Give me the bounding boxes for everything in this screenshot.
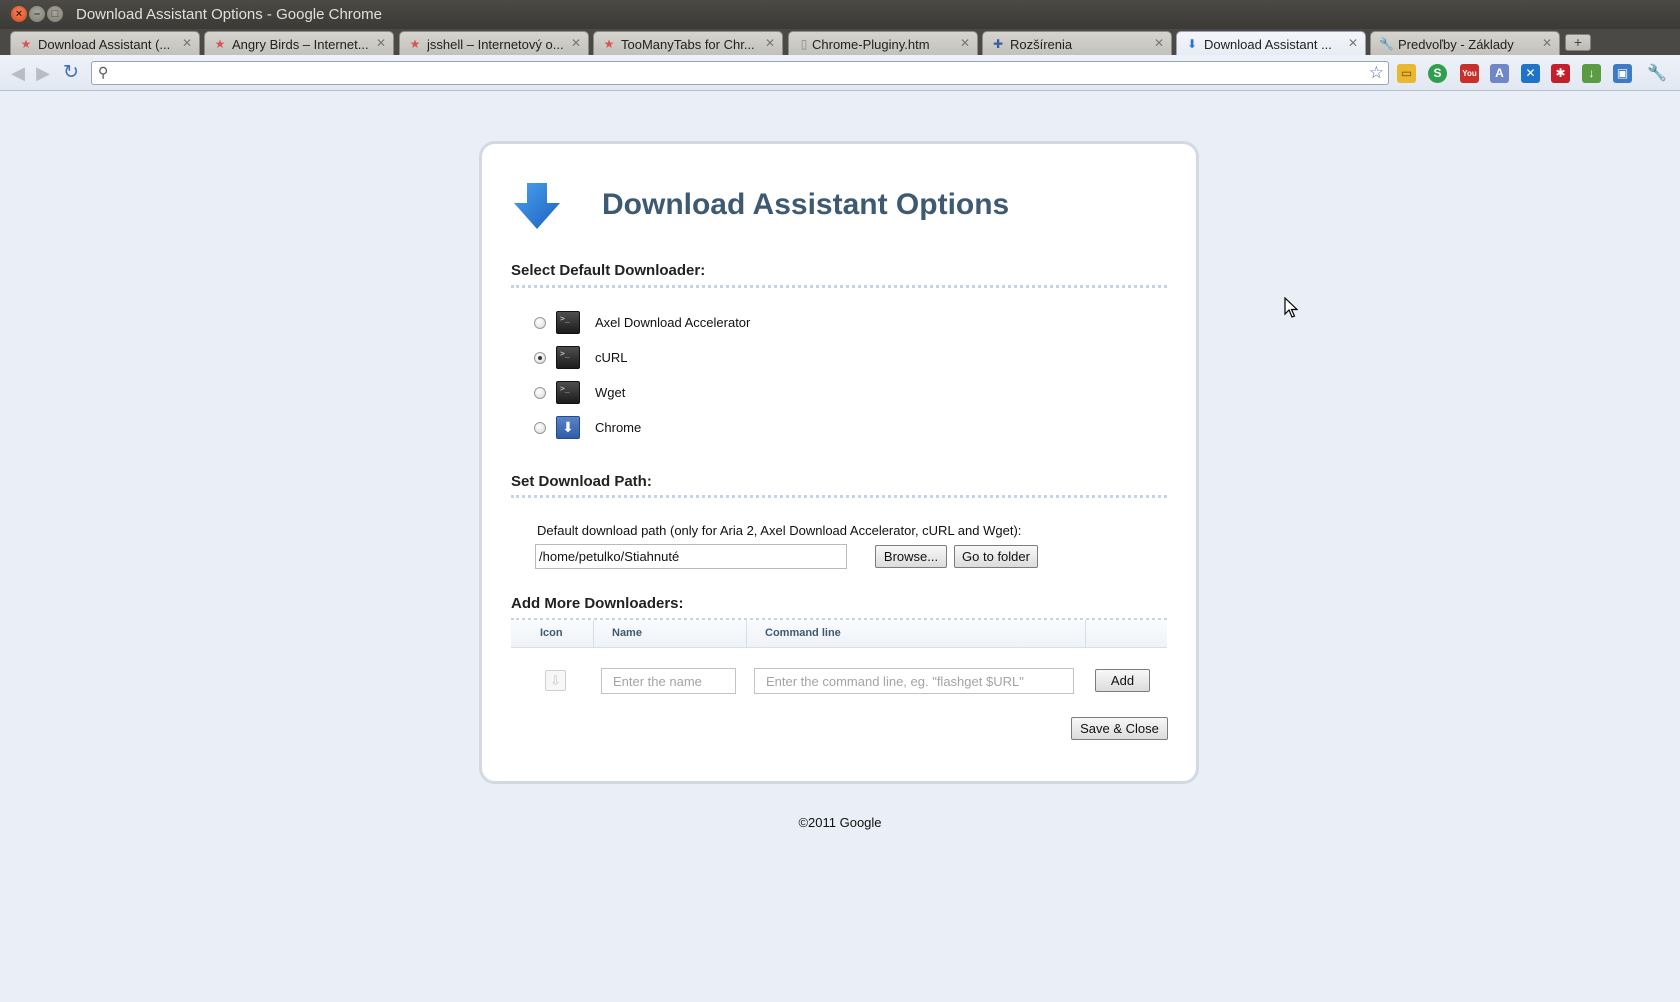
tab-close-icon[interactable]: ✕	[182, 36, 192, 50]
downloader-icon-picker[interactable]: ⇩	[545, 670, 566, 691]
tab-label: jsshell – Internetový o...	[427, 37, 564, 52]
screenshot-extension-icon[interactable]: ▣	[1613, 64, 1632, 83]
wrench-menu-icon[interactable]: 🔧	[1647, 64, 1667, 83]
tab-chrome-pluginy[interactable]: ▯ Chrome-Pluginy.htm ✕	[788, 31, 978, 55]
tab-label: Download Assistant ...	[1204, 37, 1332, 52]
copyright-footer: ©2011 Google	[798, 815, 882, 830]
column-separator	[593, 620, 594, 648]
page-icon: ▯	[800, 37, 808, 51]
reload-icon[interactable]: ↻	[61, 63, 81, 83]
tab-download-assistant-webstore[interactable]: ★ Download Assistant (... ✕	[10, 31, 200, 55]
page-title: Download Assistant Options	[602, 188, 1010, 221]
window-titlebar: × – □ Download Assistant Options - Googl…	[0, 0, 1680, 29]
chrome-webstore-icon: ★	[409, 37, 421, 51]
stumbleupon-extension-icon[interactable]: S	[1428, 64, 1447, 83]
chrome-download-icon: ⬇	[556, 416, 580, 439]
tab-label: Download Assistant (...	[38, 37, 171, 52]
download-arrow-logo-icon	[514, 183, 560, 229]
new-tab-button[interactable]: +	[1565, 34, 1591, 51]
forward-arrow-icon[interactable]: ▶	[33, 63, 53, 83]
tab-label: Chrome-Pluginy.htm	[812, 37, 930, 52]
terminal-icon	[556, 311, 580, 334]
section-divider	[511, 495, 1167, 498]
go-to-folder-button[interactable]: Go to folder	[954, 545, 1038, 568]
xmarks-extension-icon[interactable]: ✕	[1521, 64, 1540, 83]
column-separator	[1085, 620, 1086, 648]
evernote-extension-icon[interactable]: ↓	[1582, 64, 1601, 83]
terminal-icon	[556, 381, 580, 404]
window-maximize-button[interactable]: □	[47, 6, 63, 22]
tab-label: TooManyTabs for Chr...	[621, 37, 755, 52]
mouse-cursor-icon	[1284, 297, 1298, 318]
add-downloaders-heading: Add More Downloaders:	[511, 595, 684, 612]
download-icon: ⬇	[1186, 37, 1198, 51]
downloader-name-input[interactable]	[601, 668, 736, 694]
downloader-label: Chrome	[595, 420, 642, 435]
chrome-webstore-icon: ★	[214, 37, 226, 51]
lastpass-extension-icon[interactable]: ✱	[1551, 64, 1570, 83]
tab-angry-birds[interactable]: ★ Angry Birds – Internet... ✕	[204, 31, 394, 55]
tab-close-icon[interactable]: ✕	[1348, 36, 1358, 50]
tab-close-icon[interactable]: ✕	[960, 36, 970, 50]
download-path-heading: Set Download Path:	[511, 473, 652, 490]
select-downloader-heading: Select Default Downloader:	[511, 262, 706, 279]
browser-toolbar: ◀ ▶ ↻ ⚲ ☆ ▭ S You A ✕ ✱ ↓ ▣ 🔧	[0, 55, 1680, 91]
column-header-command: Command line	[765, 627, 841, 639]
back-arrow-icon[interactable]: ◀	[8, 63, 28, 83]
tab-rozsirenia[interactable]: ✚ Rozšírenia ✕	[982, 31, 1172, 55]
window-minimize-button[interactable]: –	[29, 6, 45, 22]
column-header-name: Name	[612, 627, 642, 639]
downloader-label: cURL	[595, 350, 628, 365]
terminal-icon	[556, 346, 580, 369]
section-divider	[511, 285, 1167, 288]
chrome-webstore-icon: ★	[20, 37, 32, 51]
tab-jsshell[interactable]: ★ jsshell – Internetový o... ✕	[399, 31, 589, 55]
downloaders-table-header: Icon Name Command line	[511, 620, 1167, 648]
tab-label: Predvoľby - Základy	[1398, 37, 1514, 52]
search-icon: ⚲	[98, 64, 109, 80]
tab-close-icon[interactable]: ✕	[1542, 36, 1552, 50]
bookmark-star-icon[interactable]: ☆	[1369, 63, 1384, 83]
save-and-close-button[interactable]: Save & Close	[1071, 717, 1168, 740]
download-path-note: Default download path (only for Aria 2, …	[537, 523, 1022, 538]
download-path-input[interactable]	[535, 544, 847, 569]
wrench-icon: 🔧	[1379, 37, 1394, 51]
chrome-webstore-icon: ★	[603, 37, 615, 51]
tab-predvolby[interactable]: 🔧 Predvoľby - Základy ✕	[1370, 31, 1560, 55]
tab-download-assistant-options[interactable]: ⬇ Download Assistant ... ✕	[1176, 31, 1366, 55]
downloader-label: Wget	[595, 385, 626, 400]
add-downloader-button[interactable]: Add	[1095, 669, 1150, 692]
tab-close-icon[interactable]: ✕	[1154, 36, 1164, 50]
youtube-extension-icon[interactable]: You	[1460, 64, 1479, 83]
browse-button[interactable]: Browse...	[875, 545, 947, 568]
options-card: Download Assistant Options Select Defaul…	[479, 141, 1199, 784]
tab-toomanytabs[interactable]: ★ TooManyTabs for Chr... ✕	[593, 31, 783, 55]
window-close-button[interactable]: ×	[11, 6, 27, 22]
column-separator	[746, 620, 747, 648]
puzzle-icon: ✚	[992, 37, 1004, 51]
folder-extension-icon[interactable]: ▭	[1397, 64, 1416, 83]
tab-label: Angry Birds – Internet...	[232, 37, 369, 52]
tab-close-icon[interactable]: ✕	[376, 36, 386, 50]
downloader-radio[interactable]	[534, 317, 546, 329]
tab-close-icon[interactable]: ✕	[765, 36, 775, 50]
column-header-icon: Icon	[540, 627, 563, 639]
tab-strip: ★ Download Assistant (... ✕ ★ Angry Bird…	[0, 29, 1680, 55]
window-title: Download Assistant Options - Google Chro…	[76, 6, 382, 23]
downloader-radio[interactable]	[534, 352, 546, 364]
downloader-command-input[interactable]	[754, 668, 1074, 694]
tab-close-icon[interactable]: ✕	[571, 36, 581, 50]
downloader-radio[interactable]	[534, 387, 546, 399]
tab-label: Rozšírenia	[1010, 37, 1073, 52]
address-bar[interactable]: ⚲ ☆	[91, 61, 1389, 85]
translate-extension-icon[interactable]: A	[1490, 64, 1509, 83]
downloader-label: Axel Download Accelerator	[595, 315, 751, 330]
downloader-radio[interactable]	[534, 422, 546, 434]
